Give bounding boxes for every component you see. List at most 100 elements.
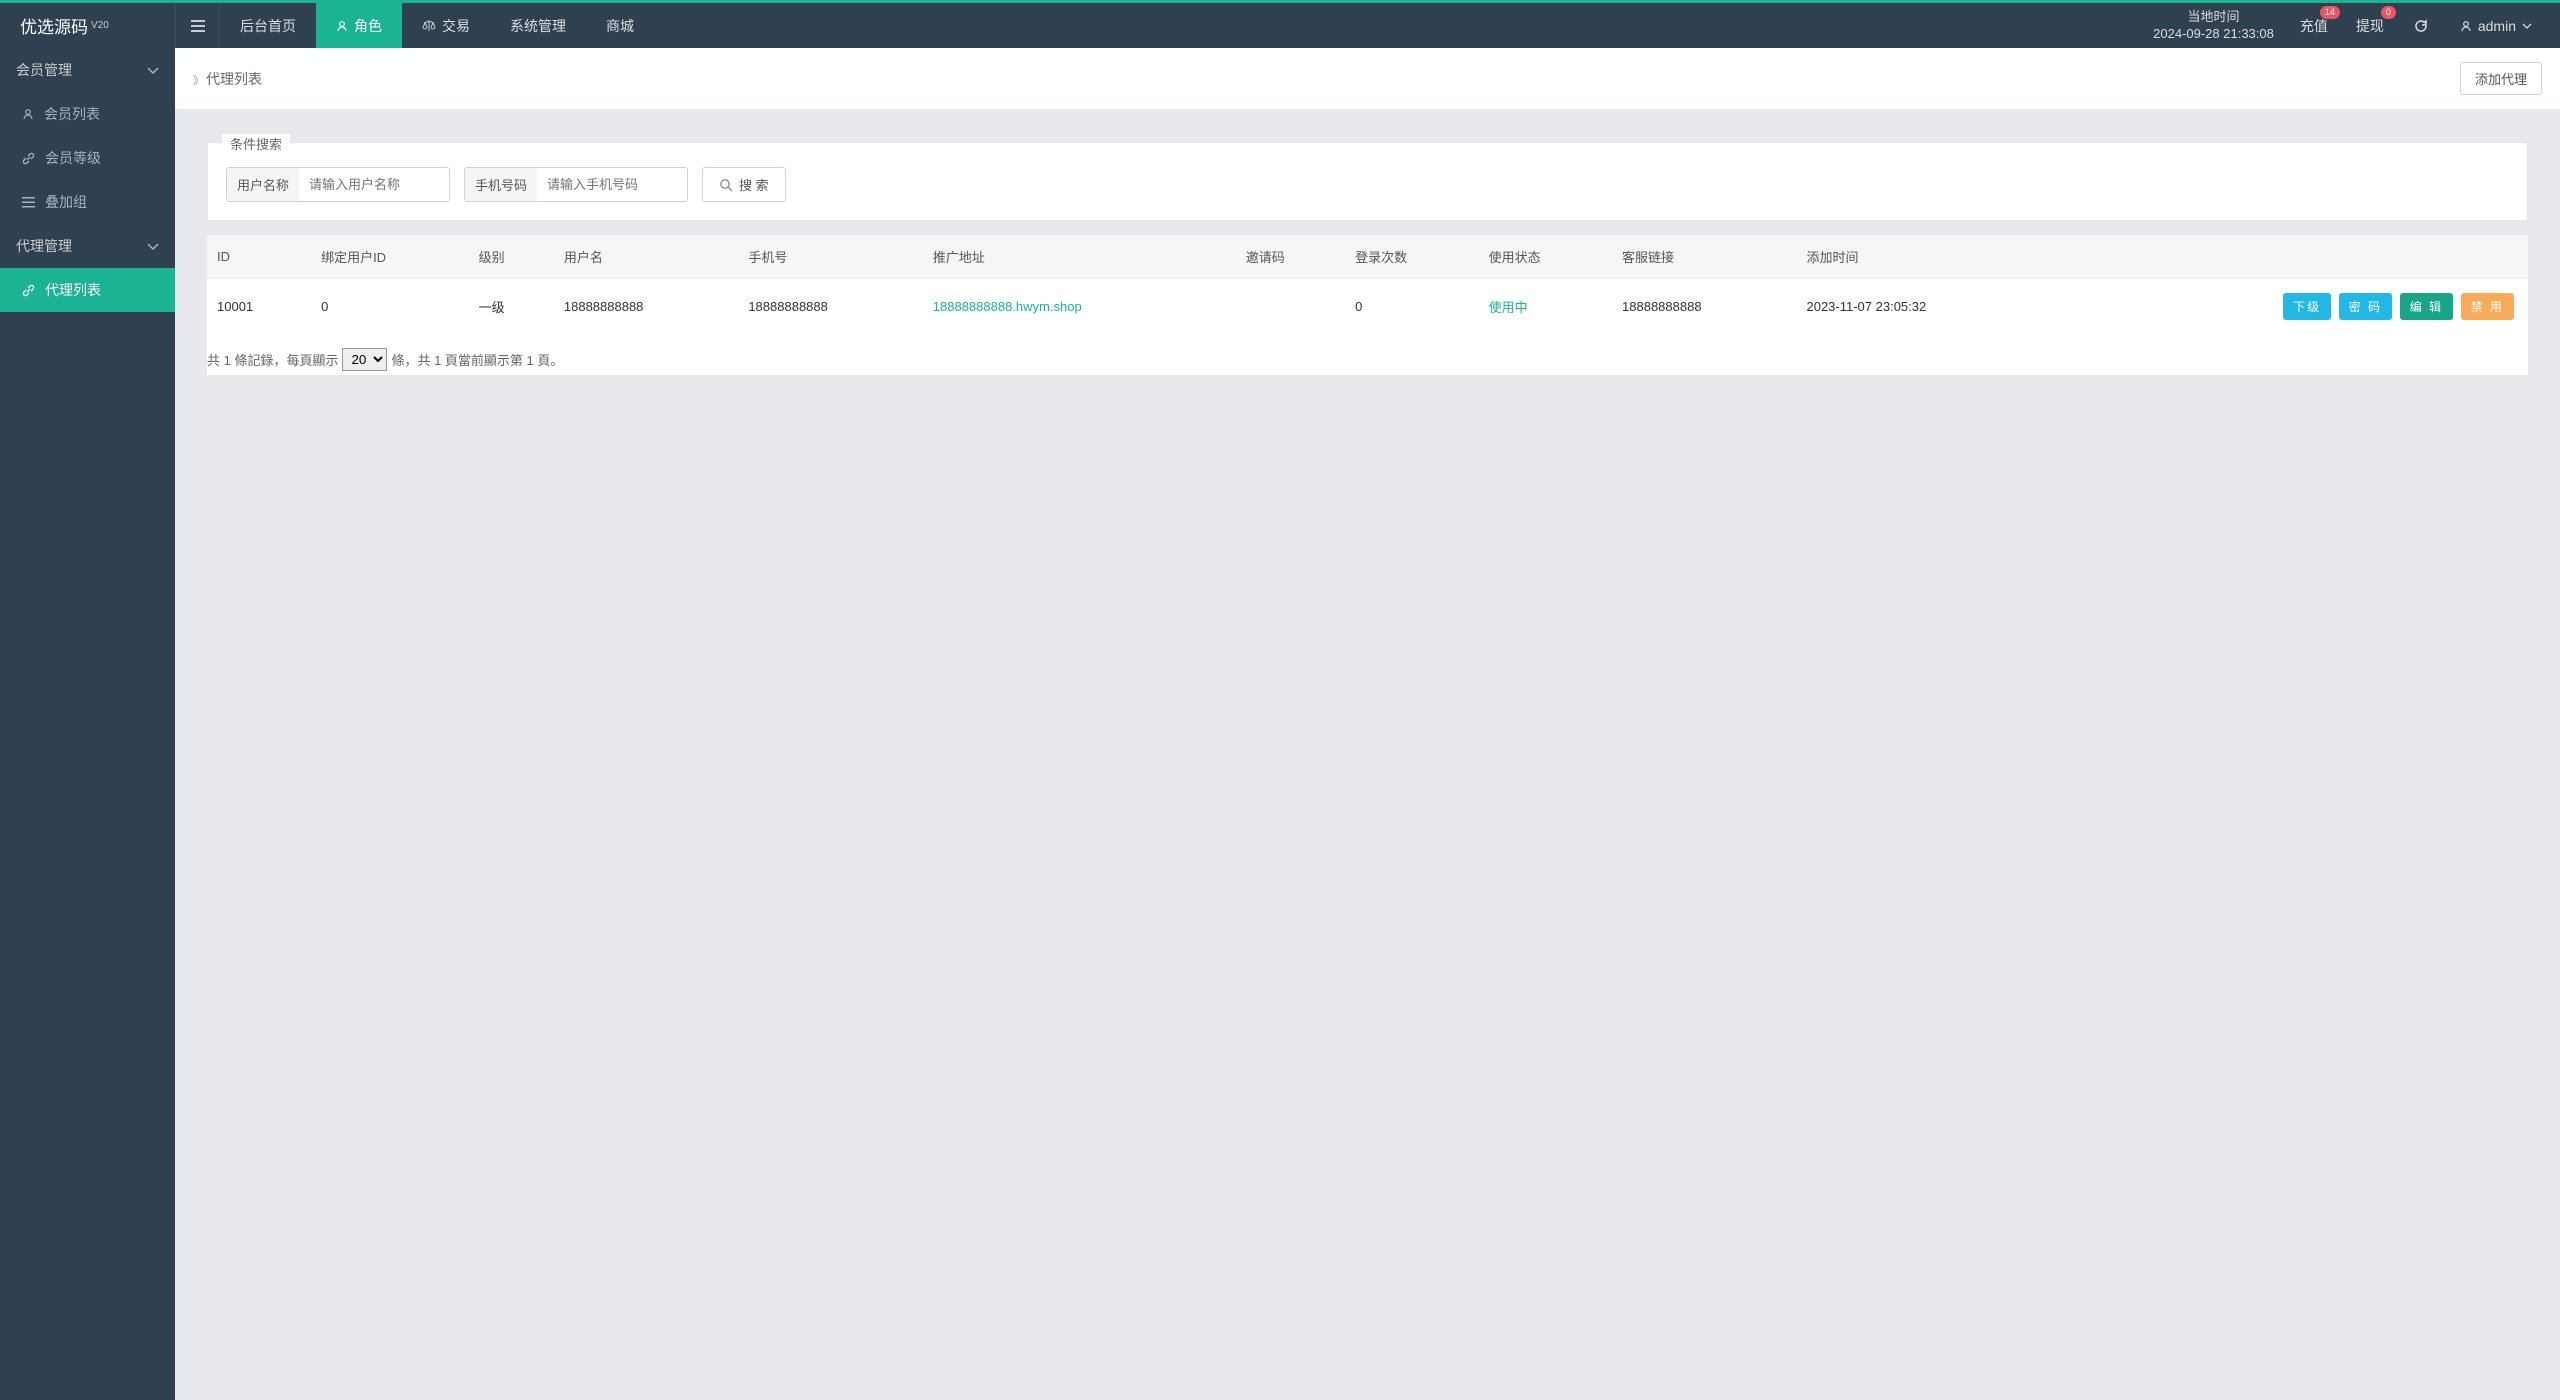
sidebar-item-stack-group[interactable]: 叠加组 [0, 180, 175, 224]
refresh-button[interactable] [2404, 19, 2438, 33]
cell-cs: 18888888888 [1612, 279, 1796, 335]
cell-time: 2023-11-07 23:05:32 [1796, 279, 2055, 335]
recharge-label: 充值 [2300, 18, 2328, 34]
chevron-down-icon [147, 67, 159, 74]
time-value: 2024-09-28 21:33:08 [2153, 26, 2274, 43]
brand-logo: 优选源码 V20 [0, 3, 175, 48]
chevron-down-icon [147, 243, 159, 250]
cell-id: 10001 [207, 279, 311, 335]
main-content: 代理列表 添加代理 条件搜索 用户名称 手机号码 [175, 48, 2560, 1400]
nav-trade-label: 交易 [442, 16, 470, 36]
nav-role-label: 角色 [354, 16, 382, 36]
cell-login: 0 [1345, 279, 1478, 335]
cell-bind-uid: 0 [311, 279, 469, 335]
refresh-icon [2414, 19, 2428, 33]
action-sub-button[interactable]: 下级 [2283, 293, 2331, 320]
phone-label: 手机号码 [465, 168, 537, 201]
username-input[interactable] [299, 168, 449, 201]
user-name: admin [2478, 18, 2516, 34]
promo-link[interactable]: 18888888888.hwym.shop [933, 299, 1082, 314]
cell-promo: 18888888888.hwym.shop [923, 279, 1236, 335]
sidebar-group-member[interactable]: 会员管理 [0, 48, 175, 92]
th-cs: 客服链接 [1612, 235, 1796, 279]
nav-mall-label: 商城 [606, 16, 634, 36]
cell-level: 一级 [469, 279, 554, 335]
page-header: 代理列表 添加代理 [175, 48, 2560, 110]
top-nav: 后台首页 角色 交易 系统管理 商城 [220, 3, 2147, 48]
nav-home-label: 后台首页 [240, 16, 296, 36]
th-username: 用户名 [554, 235, 738, 279]
search-row: 用户名称 手机号码 搜 索 [226, 167, 2509, 202]
hamburger-icon [191, 20, 205, 32]
list-icon [22, 197, 35, 208]
page-size-select[interactable]: 20 [342, 348, 387, 371]
table-wrap: ID 绑定用户ID 级别 用户名 手机号 推广地址 邀请码 登录次数 使用状态 … [207, 235, 2528, 375]
withdraw-badge: 0 [2381, 6, 2396, 20]
sidebar-item-label: 代理列表 [45, 280, 101, 300]
cell-invite [1236, 279, 1345, 335]
scale-icon [422, 20, 436, 32]
page-title: 代理列表 [193, 69, 262, 89]
table-row: 10001 0 一级 18888888888 18888888888 18888… [207, 279, 2528, 335]
nav-role[interactable]: 角色 [316, 3, 402, 48]
header: 优选源码 V20 后台首页 角色 交易 系统管理 商城 [0, 3, 2560, 48]
agent-table: ID 绑定用户ID 级别 用户名 手机号 推广地址 邀请码 登录次数 使用状态 … [207, 235, 2528, 334]
sidebar-toggle[interactable] [175, 3, 220, 48]
nav-system-label: 系统管理 [510, 16, 566, 36]
search-button[interactable]: 搜 索 [702, 167, 786, 202]
user-icon [336, 20, 348, 32]
th-login: 登录次数 [1345, 235, 1478, 279]
header-right: 当地时间 2024-09-28 21:33:08 充值 14 提现 0 admi… [2147, 3, 2560, 48]
pagination-info: 共 1 條記錄，每頁顯示 20 條，共 1 頁當前顯示第 1 頁。 [207, 334, 2528, 375]
withdraw-label: 提现 [2356, 18, 2384, 34]
user-menu[interactable]: admin [2450, 18, 2542, 34]
action-disable-button[interactable]: 禁 用 [2461, 293, 2514, 320]
nav-system[interactable]: 系统管理 [490, 3, 586, 48]
search-button-label: 搜 索 [739, 175, 769, 194]
th-actions [2055, 235, 2528, 279]
th-promo: 推广地址 [923, 235, 1236, 279]
sidebar-group-agent-label: 代理管理 [16, 236, 72, 256]
search-box: 条件搜索 用户名称 手机号码 搜 索 [207, 142, 2528, 221]
recharge-link[interactable]: 充值 14 [2292, 16, 2336, 36]
pagination-suffix: 條，共 1 頁當前顯示第 1 頁。 [391, 350, 563, 369]
add-agent-button[interactable]: 添加代理 [2460, 62, 2542, 95]
sidebar-item-label: 叠加组 [45, 192, 87, 212]
sidebar-item-member-list[interactable]: 会员列表 [0, 92, 175, 136]
cell-phone: 18888888888 [738, 279, 922, 335]
cell-status: 使用中 [1479, 279, 1612, 335]
local-time: 当地时间 2024-09-28 21:33:08 [2147, 6, 2280, 46]
nav-home[interactable]: 后台首页 [220, 3, 316, 48]
phone-input[interactable] [537, 168, 687, 201]
th-status: 使用状态 [1479, 235, 1612, 279]
cell-username: 18888888888 [554, 279, 738, 335]
th-id: ID [207, 235, 311, 279]
link-icon [22, 152, 35, 165]
th-bind-uid: 绑定用户ID [311, 235, 469, 279]
username-label: 用户名称 [227, 168, 299, 201]
action-pwd-button[interactable]: 密 码 [2339, 293, 2392, 320]
th-phone: 手机号 [738, 235, 922, 279]
phone-group: 手机号码 [464, 167, 688, 202]
chevron-down-icon [2522, 23, 2532, 29]
action-edit-button[interactable]: 编 辑 [2400, 293, 2453, 320]
search-icon [719, 178, 733, 192]
nav-mall[interactable]: 商城 [586, 3, 654, 48]
withdraw-link[interactable]: 提现 0 [2348, 16, 2392, 36]
link-icon [22, 284, 35, 297]
cell-actions: 下级 密 码 编 辑 禁 用 [2055, 279, 2528, 335]
sidebar-group-member-label: 会员管理 [16, 60, 72, 80]
nav-trade[interactable]: 交易 [402, 3, 490, 48]
sidebar-item-member-level[interactable]: 会员等级 [0, 136, 175, 180]
sidebar-item-agent-list[interactable]: 代理列表 [0, 268, 175, 312]
th-time: 添加时间 [1796, 235, 2055, 279]
brand-name: 优选源码 [20, 13, 88, 38]
time-label: 当地时间 [2153, 9, 2274, 26]
layout: 会员管理 会员列表 会员等级 叠加组 代理管理 [0, 48, 2560, 1400]
table-header-row: ID 绑定用户ID 级别 用户名 手机号 推广地址 邀请码 登录次数 使用状态 … [207, 235, 2528, 279]
sidebar-group-agent[interactable]: 代理管理 [0, 224, 175, 268]
user-icon [22, 108, 34, 120]
sidebar-item-label: 会员等级 [45, 148, 101, 168]
pagination-prefix: 共 1 條記錄，每頁顯示 [207, 350, 338, 369]
sidebar: 会员管理 会员列表 会员等级 叠加组 代理管理 [0, 48, 175, 1400]
